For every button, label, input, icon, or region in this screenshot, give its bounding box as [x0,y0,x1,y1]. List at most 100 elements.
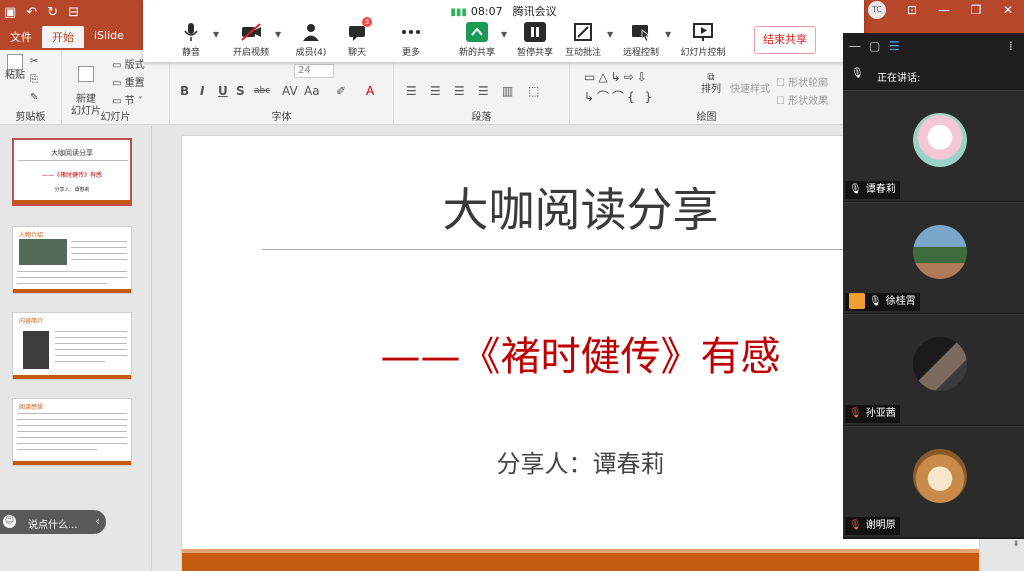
participant-name-label: 🎙 徐桂霄 [845,293,920,311]
speaking-indicator: 🎙 正在讲话: [843,61,1024,89]
font-color-icon[interactable]: A [366,84,374,98]
shapes-gallery[interactable]: ▭△↳⇨⇩ [584,70,650,84]
group-label: 段落 [471,112,492,123]
slide-control-button[interactable]: 幻灯片控制 [675,22,731,58]
copy-icon[interactable]: ⎘ [30,74,38,85]
shadow-icon[interactable]: S [236,84,245,98]
undo-icon[interactable]: ↶ [26,5,37,20]
layout-button[interactable]: ▭ 版式 [112,56,145,71]
meeting-time: 08:07 [470,5,503,18]
participant-tile[interactable]: 🎙 孙亚茜 [843,314,1024,425]
format-painter-icon[interactable]: ✎ [30,92,38,103]
slide-thumbnail-1[interactable]: 大咖阅读分享 ——《褚时健传》有感 分享人：谭春莉 [12,138,132,206]
tab-islide[interactable]: iSlide [84,26,134,48]
shape-effects-button[interactable]: ☐ 形状效果 [776,92,828,107]
minimize-panel-icon[interactable]: — [849,39,861,53]
restore-panel-icon[interactable]: ▢ [869,39,880,53]
group-label: 剪贴板 [15,112,46,123]
emoji-icon[interactable]: ☺ [3,515,16,528]
user-avatar[interactable]: TC [868,1,886,19]
host-icon [849,293,865,309]
italic-icon[interactable]: I [200,84,204,98]
paste-icon [7,54,23,70]
quick-access-toolbar: ▣ ↶ ↻ ⊟ [0,0,79,24]
panel-more-icon[interactable]: ⁞ [1009,39,1013,53]
scroll-page-icon[interactable]: ⇟ [1008,539,1024,548]
slide-footer-bar [182,549,979,571]
redo-icon[interactable]: ↻ [47,5,58,20]
underline-icon[interactable]: U [218,84,228,98]
text-align-icon[interactable]: ⬚ [528,84,539,98]
slide-thumbnail-2[interactable]: 人物介绍 [12,226,132,294]
slide-control-icon [692,22,714,42]
share-icon [466,22,488,42]
mute-options-caret[interactable]: ▼ [213,30,219,39]
speaking-mic-icon: 🎙 [851,68,864,79]
thumb-subtitle: ——《褚时健传》有感 [41,172,102,179]
align-center-icon[interactable]: ☰ [430,84,441,98]
participant-avatar [913,449,967,503]
columns-icon[interactable]: ▥ [502,84,513,98]
tab-home[interactable]: 开始 [42,26,84,48]
arrange-icon: ⧉ [707,72,715,83]
save-icon[interactable]: ▣ [4,5,16,20]
align-right-icon[interactable]: ☰ [454,84,465,98]
close-icon[interactable]: ✕ [992,3,1024,17]
participant-tile[interactable]: 🎙 徐桂霄 [843,202,1024,313]
shapes-gallery-row2[interactable]: ↳⌒⌒{ } [584,88,655,105]
cut-icon[interactable]: ✂ [30,56,38,67]
participant-tile[interactable]: 🎙 谭春莉 [843,90,1024,201]
present-icon[interactable]: ⊟ [68,5,79,20]
new-share-button[interactable]: 新的共享 [449,22,505,58]
window-controls: TC ⊡ — ❐ ✕ [868,0,1024,20]
clipboard-group: 粘贴 ✂ ⎘ ✎ 剪贴板 [0,50,62,125]
meeting-app-name: 腾讯会议 [512,5,557,18]
annotate-icon [572,22,594,42]
restore-icon[interactable]: ❐ [960,3,992,17]
remote-options-caret[interactable]: ▼ [665,30,671,39]
arrange-button[interactable]: ⧉ 排列 [696,72,726,96]
justify-icon[interactable]: ☰ [478,84,489,98]
chat-placeholder[interactable]: 说点什么... [28,516,78,531]
ribbon-display-icon[interactable]: ⊡ [896,3,928,17]
thumb-title: 大咖阅读分享 [51,149,93,157]
thumb-heading: 阅读感悟 [19,404,44,411]
quick-styles-button[interactable]: 快速样式 [728,84,772,96]
more-button[interactable]: 更多 [383,22,439,58]
mute-button[interactable]: 静音 [163,22,219,58]
reset-button[interactable]: ▭ 重置 [112,74,145,89]
start-video-button[interactable]: 开启视频 [223,22,279,58]
slide-thumbnail-4[interactable]: 阅读感悟 [12,398,132,466]
font-size-select[interactable]: 24 [294,64,334,78]
minimize-icon[interactable]: — [928,3,960,17]
strikethrough-icon[interactable]: abc [254,86,270,96]
group-label: 绘图 [696,112,717,123]
shape-outline-button[interactable]: ☐ 形状轮廓 [776,74,828,89]
speaking-label: 正在讲话: [877,73,921,84]
highlight-icon[interactable]: ✐ [336,84,346,98]
list-view-icon[interactable]: ☰ [889,39,900,53]
remote-control-button[interactable]: 远程控制 [613,22,669,58]
chat-input-pill[interactable]: ☺ 说点什么... ‹ [0,510,106,534]
section-button[interactable]: ▭ 节 ˅ [112,92,143,107]
participant-name-label: 🎙 孙亚茜 [845,405,900,423]
paste-button[interactable]: 粘贴 [2,54,28,82]
slide-thumbnail-3[interactable]: 内容简介 [12,312,132,380]
bold-icon[interactable]: B [180,84,189,98]
thumb-photo [19,239,67,265]
tab-file[interactable]: 文件 [0,26,42,48]
video-options-caret[interactable]: ▼ [275,30,281,39]
participant-avatar [913,337,967,391]
change-case-icon[interactable]: Aa [304,84,320,98]
meeting-title: ▮▮▮ 08:07 腾讯会议 [143,3,864,19]
mic-on-icon: 🎙 [869,296,882,307]
chat-badge: 3 [362,17,372,27]
align-left-icon[interactable]: ☰ [406,84,417,98]
char-spacing-icon[interactable]: AV [282,84,298,98]
mic-on-icon: 🎙 [849,184,862,195]
participant-tile[interactable]: 🎙 谢明原 [843,426,1024,537]
collapse-chevron-icon[interactable]: ‹ [95,514,100,528]
chat-button[interactable]: 3 聊天 [329,17,385,58]
end-share-button[interactable]: 结束共享 [754,26,816,54]
annotate-button[interactable]: 互动批注 [555,22,611,58]
